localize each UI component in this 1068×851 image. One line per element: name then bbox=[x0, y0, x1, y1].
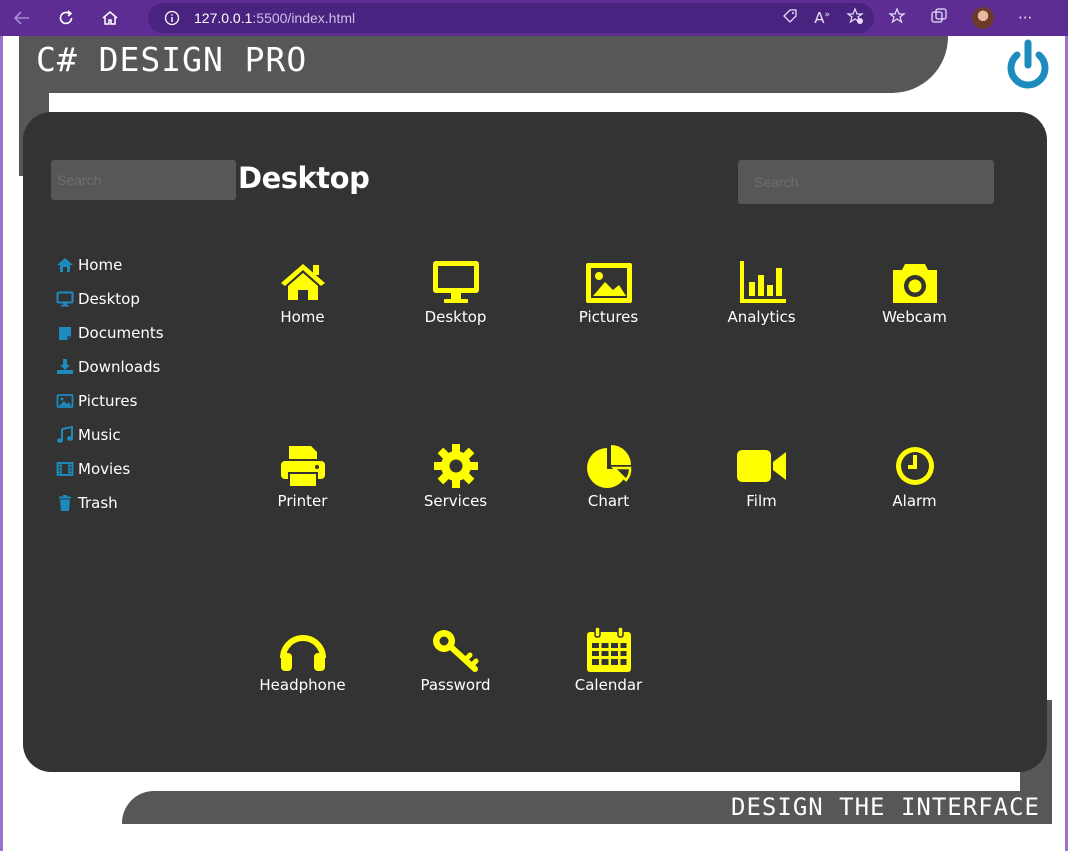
tag-icon[interactable] bbox=[782, 8, 798, 28]
tile-film[interactable]: Film bbox=[685, 442, 838, 522]
sidebar-item-music[interactable]: Music bbox=[56, 418, 164, 452]
power-icon bbox=[1007, 39, 1049, 89]
url-text[interactable]: 127.0.0.1:5500/index.html bbox=[194, 10, 355, 26]
sidebar-item-desktop[interactable]: Desktop bbox=[56, 282, 164, 316]
sidebar-item-movies[interactable]: Movies bbox=[56, 452, 164, 486]
sidebar-item-label: Music bbox=[78, 426, 121, 444]
trash-icon bbox=[59, 495, 71, 511]
sidebar-item-trash[interactable]: Trash bbox=[56, 486, 164, 520]
more-icon[interactable]: ··· bbox=[1018, 9, 1032, 27]
profile-avatar[interactable] bbox=[972, 7, 994, 29]
pie-chart-icon bbox=[586, 445, 631, 488]
tile-label: Webcam bbox=[882, 308, 947, 326]
desktop-icon bbox=[56, 291, 74, 307]
sidebar-item-label: Home bbox=[78, 256, 123, 274]
tile-label: Services bbox=[423, 492, 488, 510]
desktop-icon bbox=[432, 261, 479, 303]
tile-label: Home bbox=[280, 308, 325, 326]
collections-icon[interactable] bbox=[930, 7, 948, 29]
tile-label: Password bbox=[420, 676, 491, 694]
sidebar-item-label: Pictures bbox=[78, 392, 138, 410]
tile-services[interactable]: Services bbox=[379, 442, 532, 522]
sidebar-item-documents[interactable]: Documents bbox=[56, 316, 164, 350]
refresh-icon[interactable] bbox=[44, 0, 88, 36]
home-icon[interactable] bbox=[88, 0, 132, 36]
main-search-input[interactable] bbox=[738, 160, 994, 204]
sidebar-item-label: Documents bbox=[78, 324, 164, 342]
tile-label: Chart bbox=[587, 492, 630, 510]
bar-chart-icon bbox=[739, 261, 786, 303]
tile-printer[interactable]: Printer bbox=[226, 442, 379, 522]
key-icon bbox=[432, 630, 478, 672]
address-bar[interactable]: 127.0.0.1:5500/index.html A» bbox=[148, 3, 874, 33]
tile-label: Calendar bbox=[574, 676, 643, 694]
info-icon[interactable] bbox=[164, 10, 180, 26]
camera-icon bbox=[892, 264, 937, 303]
tile-label: Printer bbox=[277, 492, 328, 510]
app-title: C# DESIGN PRO bbox=[36, 40, 308, 79]
footer-tagline: DESIGN THE INTERFACE bbox=[731, 793, 1040, 821]
tile-label: Film bbox=[746, 492, 777, 510]
tile-pictures[interactable]: Pictures bbox=[532, 258, 685, 338]
sidebar-item-label: Downloads bbox=[78, 358, 161, 376]
sidebar-item-label: Trash bbox=[78, 494, 118, 512]
tile-desktop[interactable]: Desktop bbox=[379, 258, 532, 338]
headphones-icon bbox=[279, 635, 326, 671]
tile-label: Analytics bbox=[727, 308, 796, 326]
tile-alarm[interactable]: Alarm bbox=[838, 442, 991, 522]
film-strip-icon bbox=[56, 462, 74, 476]
sidebar-item-pictures[interactable]: Pictures bbox=[56, 384, 164, 418]
gear-icon bbox=[433, 444, 478, 488]
calendar-icon bbox=[586, 626, 631, 672]
tile-webcam[interactable]: Webcam bbox=[838, 258, 991, 338]
tile-headphone[interactable]: Headphone bbox=[226, 626, 379, 706]
tile-label: Alarm bbox=[892, 492, 937, 510]
tile-analytics[interactable]: Analytics bbox=[685, 258, 838, 338]
home-icon bbox=[280, 264, 325, 300]
power-button[interactable] bbox=[1000, 38, 1056, 94]
sidebar-search-input[interactable] bbox=[51, 160, 236, 200]
printer-icon bbox=[280, 446, 325, 488]
url-path: :5500/index.html bbox=[252, 10, 356, 26]
home-icon bbox=[57, 258, 73, 272]
favorites-icon[interactable] bbox=[888, 7, 906, 29]
sidebar-item-home[interactable]: Home bbox=[56, 248, 164, 282]
browser-toolbar: 127.0.0.1:5500/index.html A» ··· bbox=[0, 0, 1068, 36]
sidebar-item-downloads[interactable]: Downloads bbox=[56, 350, 164, 384]
window-border-left bbox=[0, 36, 3, 851]
tile-calendar[interactable]: Calendar bbox=[532, 626, 685, 706]
image-icon bbox=[585, 263, 632, 303]
tile-label: Desktop bbox=[424, 308, 487, 326]
sidebar-item-label: Desktop bbox=[78, 290, 140, 308]
read-aloud-icon[interactable]: A» bbox=[814, 9, 830, 27]
tile-home[interactable]: Home bbox=[226, 258, 379, 338]
favorite-add-icon[interactable] bbox=[846, 7, 864, 29]
document-icon bbox=[59, 327, 71, 340]
tile-chart[interactable]: Chart bbox=[532, 442, 685, 522]
music-icon bbox=[57, 426, 73, 443]
image-icon bbox=[56, 394, 74, 408]
sidebar-item-label: Movies bbox=[78, 460, 131, 478]
download-icon bbox=[57, 359, 73, 374]
clock-icon bbox=[895, 447, 934, 485]
page-heading: Desktop bbox=[238, 161, 370, 195]
video-camera-icon bbox=[736, 450, 786, 482]
back-arrow-icon[interactable] bbox=[0, 0, 44, 36]
sidebar: Home Desktop Documents Downloads Picture… bbox=[56, 248, 164, 520]
tile-label: Headphone bbox=[259, 676, 346, 694]
url-host: 127.0.0.1 bbox=[194, 10, 253, 26]
tile-label: Pictures bbox=[578, 308, 639, 326]
tile-password[interactable]: Password bbox=[379, 626, 532, 706]
